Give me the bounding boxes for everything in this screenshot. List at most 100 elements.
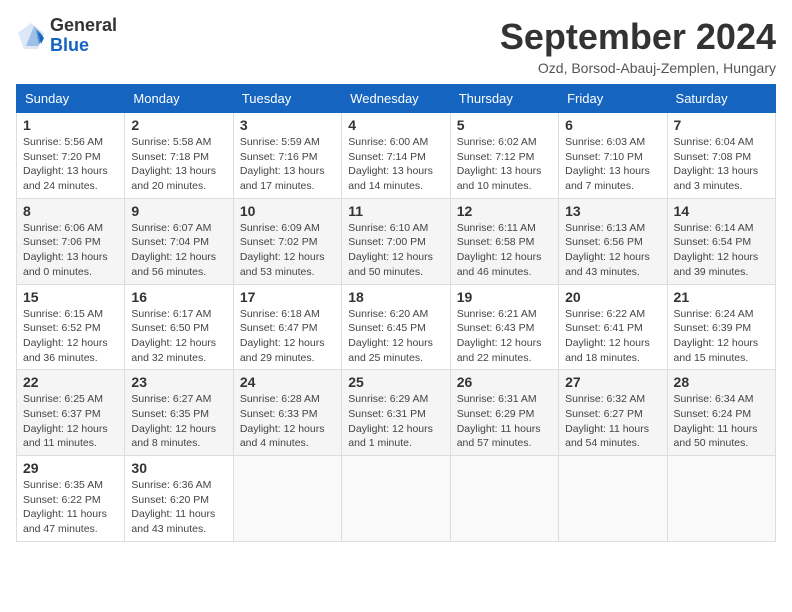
location-subtitle: Ozd, Borsod-Abauj-Zemplen, Hungary <box>500 60 776 76</box>
day-info: Sunrise: 6:29 AMSunset: 6:31 PMDaylight:… <box>348 393 433 449</box>
col-header-saturday: Saturday <box>667 85 775 113</box>
day-number: 11 <box>348 203 443 219</box>
month-title: September 2024 <box>500 16 776 58</box>
calendar-cell-16: 16 Sunrise: 6:17 AMSunset: 6:50 PMDayligh… <box>125 284 233 370</box>
calendar-cell-23: 23 Sunrise: 6:27 AMSunset: 6:35 PMDayligh… <box>125 370 233 456</box>
page-header: General Blue September 2024 Ozd, Borsod-… <box>16 16 776 76</box>
calendar-cell-7: 7Sunrise: 6:04 AMSunset: 7:08 PMDaylight… <box>667 113 775 199</box>
day-number: 8 <box>23 203 118 219</box>
calendar-cell-17: 17 Sunrise: 6:18 AMSunset: 6:47 PMDayligh… <box>233 284 341 370</box>
day-info: Sunrise: 6:02 AMSunset: 7:12 PMDaylight:… <box>457 136 542 192</box>
day-info: Sunrise: 6:28 AMSunset: 6:33 PMDaylight:… <box>240 393 325 449</box>
calendar-header-row: Sunday Monday Tuesday Wednesday Thursday… <box>17 85 776 113</box>
day-number: 30 <box>131 460 226 476</box>
day-info: Sunrise: 6:07 AMSunset: 7:04 PMDaylight:… <box>131 222 216 278</box>
col-header-sunday: Sunday <box>17 85 125 113</box>
day-number: 10 <box>240 203 335 219</box>
calendar-cell-18: 18 Sunrise: 6:20 AMSunset: 6:45 PMDayligh… <box>342 284 450 370</box>
title-block: September 2024 Ozd, Borsod-Abauj-Zemplen… <box>500 16 776 76</box>
calendar-cell-26: 26 Sunrise: 6:31 AMSunset: 6:29 PMDayligh… <box>450 370 558 456</box>
calendar-cell-empty <box>233 456 341 542</box>
day-info: Sunrise: 6:35 AMSunset: 6:22 PMDaylight:… <box>23 479 107 535</box>
calendar-cell-1: 1Sunrise: 5:56 AMSunset: 7:20 PMDaylight… <box>17 113 125 199</box>
col-header-tuesday: Tuesday <box>233 85 341 113</box>
calendar-table: Sunday Monday Tuesday Wednesday Thursday… <box>16 84 776 542</box>
calendar-cell-11: 11 Sunrise: 6:10 AMSunset: 7:00 PMDayligh… <box>342 198 450 284</box>
day-info: Sunrise: 6:13 AMSunset: 6:56 PMDaylight:… <box>565 222 650 278</box>
day-number: 23 <box>131 374 226 390</box>
col-header-friday: Friday <box>559 85 667 113</box>
logo-general-text: General <box>50 16 117 36</box>
calendar-cell-14: 14 Sunrise: 6:14 AMSunset: 6:54 PMDayligh… <box>667 198 775 284</box>
day-number: 22 <box>23 374 118 390</box>
day-number: 13 <box>565 203 660 219</box>
day-number: 2 <box>131 117 226 133</box>
logo-icon <box>16 21 46 51</box>
calendar-cell-10: 10 Sunrise: 6:09 AMSunset: 7:02 PMDayligh… <box>233 198 341 284</box>
day-number: 12 <box>457 203 552 219</box>
day-info: Sunrise: 6:17 AMSunset: 6:50 PMDaylight:… <box>131 308 216 364</box>
day-info: Sunrise: 6:36 AMSunset: 6:20 PMDaylight:… <box>131 479 215 535</box>
calendar-cell-empty <box>342 456 450 542</box>
day-number: 7 <box>674 117 769 133</box>
col-header-monday: Monday <box>125 85 233 113</box>
day-number: 16 <box>131 289 226 305</box>
logo: General Blue <box>16 16 117 56</box>
day-number: 18 <box>348 289 443 305</box>
calendar-cell-28: 28 Sunrise: 6:34 AMSunset: 6:24 PMDayligh… <box>667 370 775 456</box>
calendar-cell-25: 25 Sunrise: 6:29 AMSunset: 6:31 PMDayligh… <box>342 370 450 456</box>
day-info: Sunrise: 6:31 AMSunset: 6:29 PMDaylight:… <box>457 393 541 449</box>
day-number: 5 <box>457 117 552 133</box>
day-info: Sunrise: 6:22 AMSunset: 6:41 PMDaylight:… <box>565 308 650 364</box>
calendar-cell-3: 3Sunrise: 5:59 AMSunset: 7:16 PMDaylight… <box>233 113 341 199</box>
calendar-cell-20: 20 Sunrise: 6:22 AMSunset: 6:41 PMDayligh… <box>559 284 667 370</box>
day-info: Sunrise: 6:21 AMSunset: 6:43 PMDaylight:… <box>457 308 542 364</box>
day-info: Sunrise: 6:20 AMSunset: 6:45 PMDaylight:… <box>348 308 433 364</box>
day-info: Sunrise: 6:00 AMSunset: 7:14 PMDaylight:… <box>348 136 433 192</box>
calendar-cell-9: 9Sunrise: 6:07 AMSunset: 7:04 PMDaylight… <box>125 198 233 284</box>
day-info: Sunrise: 5:56 AMSunset: 7:20 PMDaylight:… <box>23 136 108 192</box>
calendar-cell-empty <box>450 456 558 542</box>
calendar-cell-2: 2Sunrise: 5:58 AMSunset: 7:18 PMDaylight… <box>125 113 233 199</box>
day-number: 27 <box>565 374 660 390</box>
day-number: 21 <box>674 289 769 305</box>
day-number: 26 <box>457 374 552 390</box>
day-number: 24 <box>240 374 335 390</box>
col-header-thursday: Thursday <box>450 85 558 113</box>
day-info: Sunrise: 6:34 AMSunset: 6:24 PMDaylight:… <box>674 393 758 449</box>
calendar-cell-19: 19 Sunrise: 6:21 AMSunset: 6:43 PMDayligh… <box>450 284 558 370</box>
col-header-wednesday: Wednesday <box>342 85 450 113</box>
day-number: 3 <box>240 117 335 133</box>
day-info: Sunrise: 6:15 AMSunset: 6:52 PMDaylight:… <box>23 308 108 364</box>
day-number: 28 <box>674 374 769 390</box>
day-number: 20 <box>565 289 660 305</box>
calendar-cell-empty <box>667 456 775 542</box>
day-number: 25 <box>348 374 443 390</box>
day-info: Sunrise: 6:27 AMSunset: 6:35 PMDaylight:… <box>131 393 216 449</box>
day-info: Sunrise: 6:09 AMSunset: 7:02 PMDaylight:… <box>240 222 325 278</box>
calendar-cell-29: 29 Sunrise: 6:35 AMSunset: 6:22 PMDayligh… <box>17 456 125 542</box>
logo-blue-text: Blue <box>50 36 117 56</box>
calendar-cell-6: 6Sunrise: 6:03 AMSunset: 7:10 PMDaylight… <box>559 113 667 199</box>
calendar-cell-24: 24 Sunrise: 6:28 AMSunset: 6:33 PMDayligh… <box>233 370 341 456</box>
day-number: 19 <box>457 289 552 305</box>
day-info: Sunrise: 6:10 AMSunset: 7:00 PMDaylight:… <box>348 222 433 278</box>
calendar-cell-4: 4Sunrise: 6:00 AMSunset: 7:14 PMDaylight… <box>342 113 450 199</box>
day-info: Sunrise: 6:06 AMSunset: 7:06 PMDaylight:… <box>23 222 108 278</box>
day-number: 6 <box>565 117 660 133</box>
day-number: 14 <box>674 203 769 219</box>
day-number: 29 <box>23 460 118 476</box>
calendar-cell-15: 15 Sunrise: 6:15 AMSunset: 6:52 PMDayligh… <box>17 284 125 370</box>
day-info: Sunrise: 6:32 AMSunset: 6:27 PMDaylight:… <box>565 393 649 449</box>
calendar-cell-22: 22 Sunrise: 6:25 AMSunset: 6:37 PMDayligh… <box>17 370 125 456</box>
calendar-cell-13: 13 Sunrise: 6:13 AMSunset: 6:56 PMDayligh… <box>559 198 667 284</box>
day-info: Sunrise: 6:25 AMSunset: 6:37 PMDaylight:… <box>23 393 108 449</box>
day-info: Sunrise: 6:18 AMSunset: 6:47 PMDaylight:… <box>240 308 325 364</box>
calendar-cell-12: 12Sunrise: 6:11 AMSunset: 6:58 PMDayligh… <box>450 198 558 284</box>
day-info: Sunrise: 6:24 AMSunset: 6:39 PMDaylight:… <box>674 308 759 364</box>
day-number: 17 <box>240 289 335 305</box>
calendar-cell-empty <box>559 456 667 542</box>
calendar-cell-30: 30 Sunrise: 6:36 AMSunset: 6:20 PMDayligh… <box>125 456 233 542</box>
day-number: 15 <box>23 289 118 305</box>
day-info: Sunrise: 6:14 AMSunset: 6:54 PMDaylight:… <box>674 222 759 278</box>
